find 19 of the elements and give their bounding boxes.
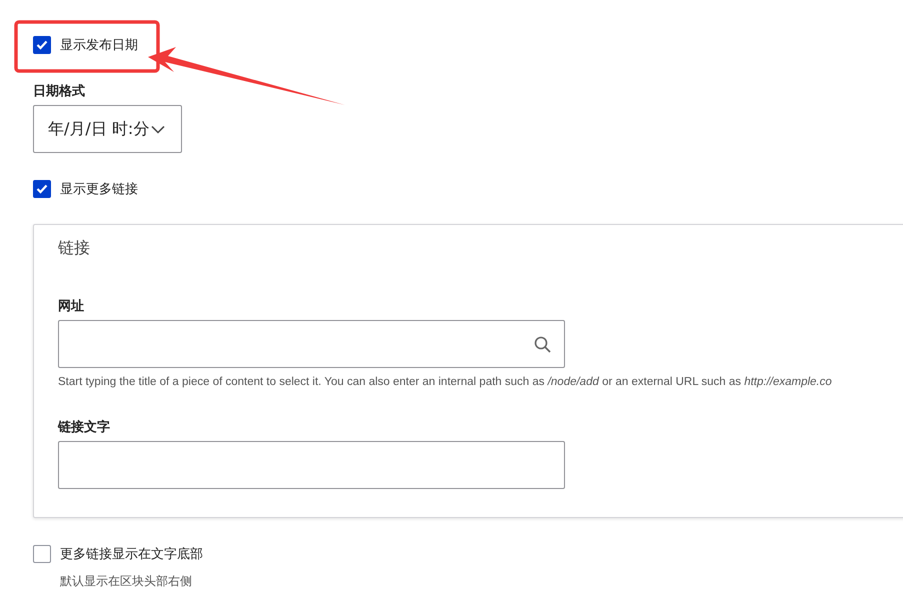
checkmark-icon <box>36 40 48 50</box>
search-icon <box>534 336 551 352</box>
checkbox[interactable] <box>33 36 51 54</box>
checkbox[interactable] <box>33 545 51 563</box>
url-field[interactable] <box>58 320 565 368</box>
help-text: 默认显示在区块头部右侧 <box>60 573 193 590</box>
field-label: 日期格式 <box>33 83 86 100</box>
date-format-select[interactable]: 年/月/日 时:分 <box>33 105 182 153</box>
checkbox-label: 显示更多链接 <box>60 181 138 198</box>
link-text-field[interactable] <box>58 441 565 489</box>
checkbox-label: 更多链接显示在文字底部 <box>60 546 203 563</box>
field-label: 链接文字 <box>58 418 111 436</box>
chevron-down-icon <box>151 124 166 134</box>
checkmark-icon <box>36 184 48 194</box>
field-label: 网址 <box>58 298 85 315</box>
fieldset-legend: 链接 <box>58 238 903 259</box>
checkbox-label: 显示发布日期 <box>60 37 138 54</box>
help-text: Start typing the title of a piece of content to select it. You can also enter an internal path such as /node/add or an external URL such as http://example.co <box>58 376 833 388</box>
checkbox[interactable] <box>33 180 51 198</box>
